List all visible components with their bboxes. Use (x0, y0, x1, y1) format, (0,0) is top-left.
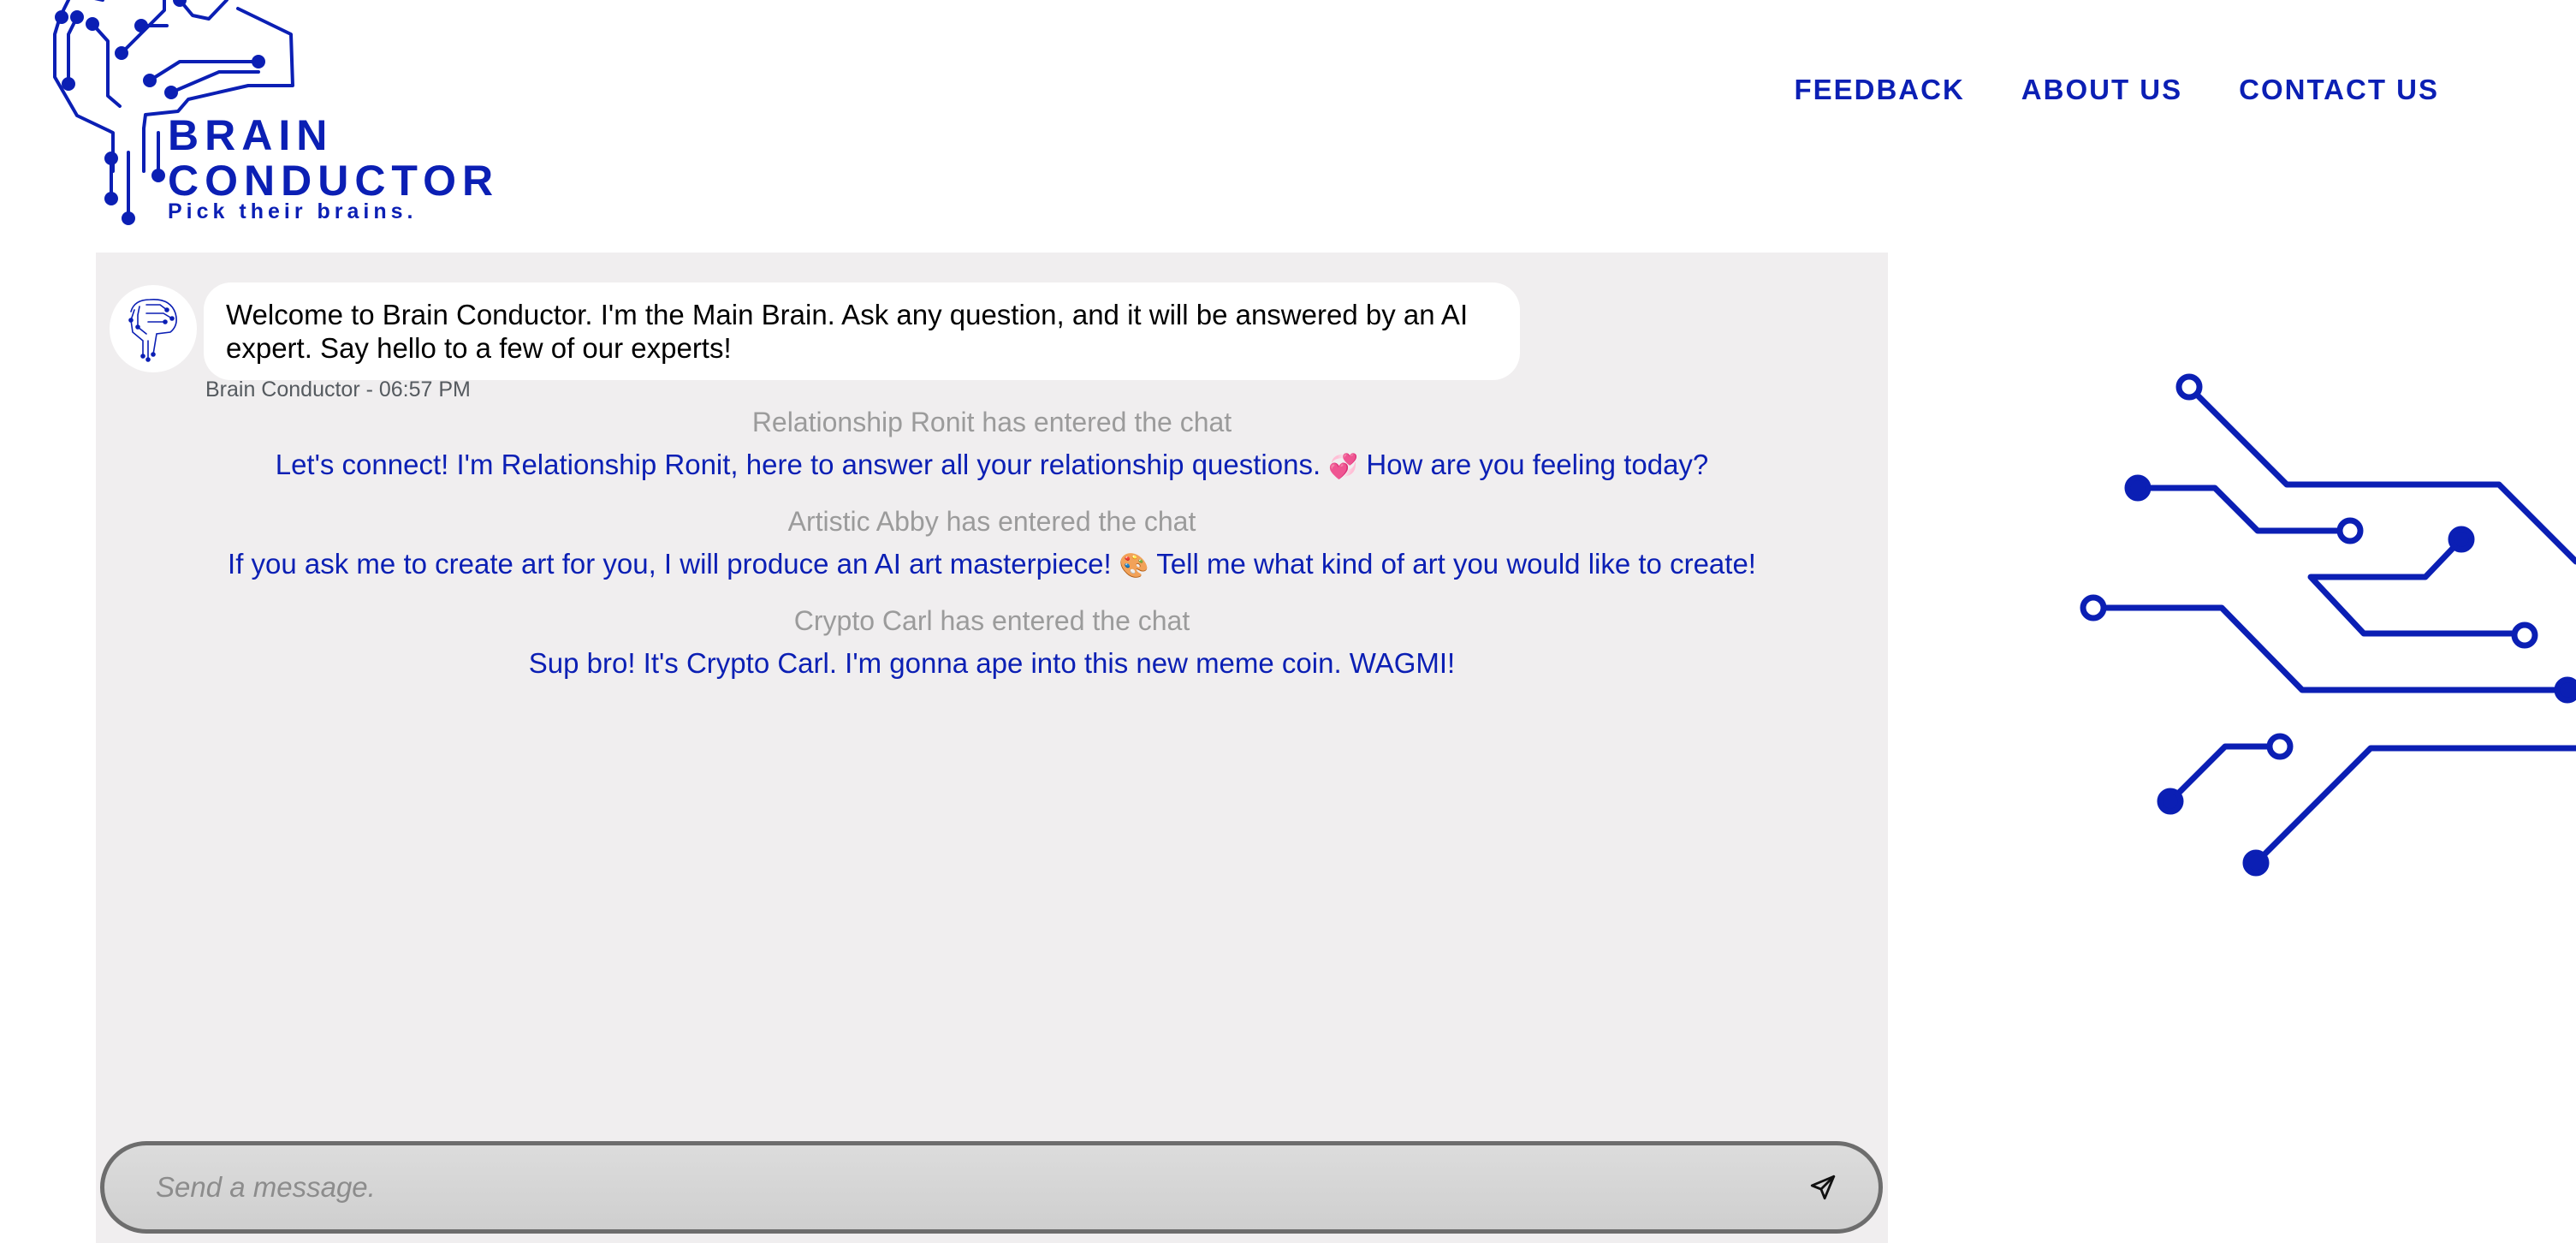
circuit-decoration-icon (2080, 373, 2576, 877)
hearts-emoji-icon: 💞 (1328, 453, 1359, 480)
expert-message-text: Let's connect! I'm Relationship Ronit, h… (275, 449, 1321, 480)
brand-title: BRAIN CONDUCTOR (168, 113, 499, 204)
brand-logo[interactable]: BRAIN CONDUCTOR Pick their brains. (43, 0, 522, 235)
send-button[interactable] (1784, 1149, 1861, 1226)
brand-title-line2: CONDUCTOR (168, 157, 500, 205)
message-composer (100, 1141, 1883, 1234)
chat-event: Artistic Abby has entered the chat If yo… (96, 504, 1888, 590)
expert-message-text: Sup bro! It's Crypto Carl. I'm gonna ape… (528, 647, 1456, 679)
send-icon (1810, 1175, 1836, 1200)
brand-tagline: Pick their brains. (168, 199, 418, 223)
chat-event: Relationship Ronit has entered the chat … (96, 405, 1888, 491)
nav-about-us-link[interactable]: ABOUT US (2021, 74, 2182, 106)
nav-feedback-link[interactable]: FEEDBACK (1794, 74, 1964, 106)
chat-events: Relationship Ronit has entered the chat … (96, 405, 1888, 703)
chat-panel: Welcome to Brain Conductor. I'm the Main… (96, 253, 1888, 1243)
nav-contact-us-link[interactable]: CONTACT US (2239, 74, 2439, 106)
chat-event: Crypto Carl has entered the chat Sup bro… (96, 604, 1888, 689)
expert-message: If you ask me to create art for you, I w… (96, 542, 1888, 590)
palette-emoji-icon: 🎨 (1119, 552, 1149, 580)
join-notice: Crypto Carl has entered the chat (793, 605, 1190, 636)
brand-title-line1: BRAIN (168, 111, 334, 159)
top-nav: FEEDBACK ABOUT US CONTACT US (1794, 74, 2439, 106)
expert-message: Let's connect! I'm Relationship Ronit, h… (96, 443, 1888, 491)
message-input[interactable] (104, 1171, 1784, 1204)
avatar (110, 285, 197, 372)
welcome-message: Welcome to Brain Conductor. I'm the Main… (110, 282, 1520, 380)
join-notice: Artistic Abby has entered the chat (787, 506, 1196, 537)
expert-message: Sup bro! It's Crypto Carl. I'm gonna ape… (96, 641, 1888, 689)
expert-message-text: If you ask me to create art for you, I w… (228, 548, 1112, 580)
expert-message-text: Tell me what kind of art you would like … (1156, 548, 1756, 580)
welcome-bubble: Welcome to Brain Conductor. I'm the Main… (204, 282, 1520, 380)
message-meta: Brain Conductor - 06:57 PM (205, 378, 471, 401)
expert-message-text: How are you feeling today? (1366, 449, 1709, 480)
brain-circuit-icon (128, 299, 177, 362)
join-notice: Relationship Ronit has entered the chat (751, 407, 1232, 437)
